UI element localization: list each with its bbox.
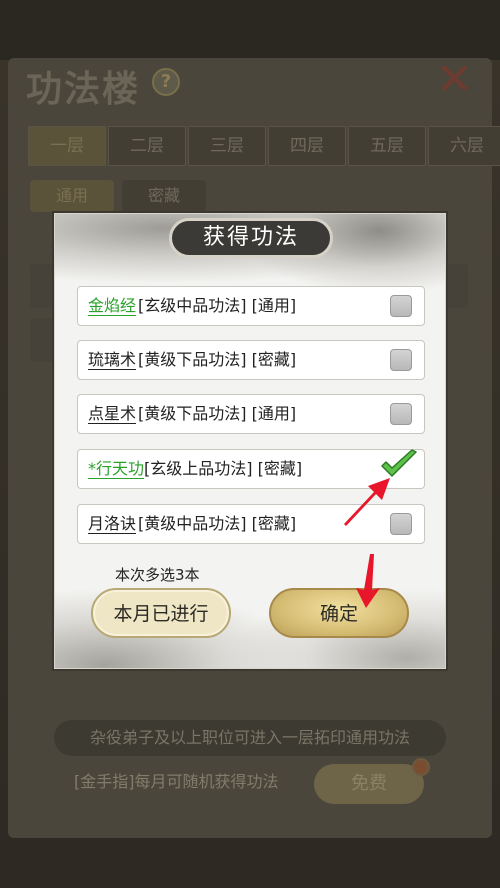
skill-name[interactable]: 点星术 [88, 404, 137, 424]
skill-tags: [黄级下品功法] [通用] [138, 404, 297, 423]
tab-floor-3[interactable]: 三层 [188, 126, 266, 166]
close-icon[interactable]: ✕ [436, 58, 473, 102]
skill-name[interactable]: 月洛诀 [88, 514, 137, 534]
tab-floor-6[interactable]: 六层 [428, 126, 500, 166]
notification-dot [412, 758, 430, 776]
skill-row[interactable]: 琉璃术 [黄级下品功法] [密藏] [77, 340, 425, 380]
skill-checkbox[interactable] [390, 295, 412, 317]
question-icon[interactable]: ? [152, 68, 180, 96]
skill-name[interactable]: 金焰经 [88, 296, 137, 316]
confirm-button[interactable]: 确定 [269, 588, 409, 638]
top-bar [0, 0, 500, 60]
dialog-title: 获得功法 [169, 218, 333, 258]
tab-floor-1[interactable]: 一层 [28, 126, 106, 166]
tab-floor-5[interactable]: 五层 [348, 126, 426, 166]
tab-general[interactable]: 通用 [30, 180, 114, 212]
skill-row[interactable]: 金焰经 [玄级中品功法] [通用] [77, 286, 425, 326]
arrow-annotation [344, 478, 390, 526]
multi-select-note: 本次多选3本 [115, 566, 200, 584]
arrow-annotation [356, 554, 380, 608]
sub-tabs: 通用 密藏 [30, 180, 206, 212]
skill-tags: [黄级中品功法] [密藏] [138, 514, 297, 533]
skill-row[interactable]: 点星术 [黄级下品功法] [通用] [77, 394, 425, 434]
skill-tags: [黄级下品功法] [密藏] [138, 350, 297, 369]
floor-tabs: 一层 二层 三层 四层 五层 六层 [28, 126, 500, 166]
skill-tags: [玄级上品功法] [密藏] [144, 459, 303, 478]
tab-floor-2[interactable]: 二层 [108, 126, 186, 166]
skill-checkbox[interactable] [390, 403, 412, 425]
tab-secret[interactable]: 密藏 [122, 180, 206, 212]
page-title: 功法楼 [26, 68, 141, 110]
skill-tags: [玄级中品功法] [通用] [138, 296, 297, 315]
cheat-text: [金手指]每月可随机获得功法 [74, 772, 279, 791]
skill-name[interactable]: 琉璃术 [88, 350, 137, 370]
info-banner: 杂役弟子及以上职位可进入一层拓印通用功法 [54, 720, 446, 756]
tab-floor-4[interactable]: 四层 [268, 126, 346, 166]
free-button[interactable]: 免费 [314, 764, 424, 804]
month-done-button[interactable]: 本月已进行 [91, 588, 231, 638]
skill-checkbox[interactable] [390, 349, 412, 371]
skill-name[interactable]: *行天功 [88, 459, 145, 479]
acquire-skill-dialog: 获得功法 金焰经 [玄级中品功法] [通用] 琉璃术 [黄级下品功法] [密藏]… [54, 213, 446, 669]
